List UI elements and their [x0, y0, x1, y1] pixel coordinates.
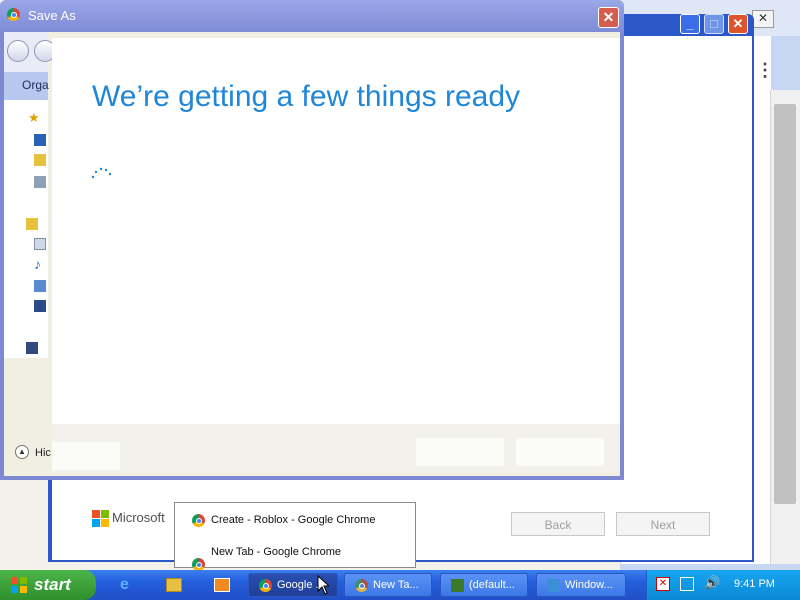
back-arrow-icon[interactable]	[7, 40, 29, 62]
chrome-icon	[259, 579, 272, 592]
computer-icon[interactable]	[26, 342, 38, 354]
maximize-icon[interactable]: □	[704, 14, 724, 34]
microsoft-logo-icon	[92, 510, 110, 528]
taskbar-button-new-tab[interactable]: New Ta...	[344, 573, 432, 597]
pictures-icon[interactable]	[34, 280, 46, 292]
footer-button-slot	[416, 438, 504, 466]
documents-icon[interactable]	[34, 238, 46, 250]
volume-icon[interactable]: 🔊	[704, 576, 720, 590]
internet-explorer-icon[interactable]: e	[120, 577, 136, 593]
mouse-cursor-icon	[317, 575, 329, 595]
popup-item-new-tab[interactable]: New Tab - Google Chrome	[211, 546, 341, 558]
save-as-title-bar[interactable]	[0, 0, 624, 32]
media-player-icon[interactable]	[214, 578, 230, 592]
windows-setup-icon	[547, 579, 560, 592]
organize-button[interactable]: Orga	[22, 78, 49, 92]
next-button[interactable]: Next	[616, 512, 710, 536]
popup-item-roblox[interactable]: Create - Roblox - Google Chrome	[211, 514, 375, 526]
security-flag-icon[interactable]: ✕	[656, 577, 670, 591]
navigation-pane: ★ ♪	[4, 100, 48, 358]
videos-icon[interactable]	[34, 300, 46, 312]
microsoft-brand-text: Microsoft	[112, 510, 165, 525]
clock[interactable]: 9:41 PM	[734, 578, 775, 590]
installer-footer	[52, 424, 620, 472]
favorites-star-icon[interactable]: ★	[28, 111, 40, 124]
chrome-icon	[192, 514, 205, 527]
chrome-scrollbar-thumb[interactable]	[774, 104, 796, 504]
start-label: start	[34, 575, 71, 594]
taskbar-button-label: Window...	[565, 579, 613, 591]
hide-folders-icon[interactable]: ▲	[15, 445, 29, 459]
taskbar-button-label: New Ta...	[373, 579, 419, 591]
taskbar-button-default[interactable]: (default...	[440, 573, 528, 597]
navigation-bar	[4, 32, 56, 72]
close-icon[interactable]: ✕	[728, 14, 748, 34]
chrome-canary-icon	[355, 579, 368, 592]
loading-spinner-icon	[91, 167, 112, 179]
save-as-title: Save As	[28, 8, 76, 23]
recent-places-icon[interactable]	[34, 176, 46, 188]
hide-folders-label[interactable]: Hic	[35, 447, 51, 459]
chrome-tab-close-icon[interactable]: ✕	[752, 10, 774, 28]
taskbar-group-popup: Create - Roblox - Google Chrome New Tab …	[174, 502, 416, 571]
libraries-icon[interactable]	[26, 218, 38, 230]
save-as-close-button[interactable]: ✕	[598, 7, 619, 28]
chrome-icon	[7, 8, 20, 21]
downloads-folder-icon[interactable]	[34, 154, 46, 166]
footer-button-slot	[516, 438, 604, 466]
windows-logo-icon	[11, 577, 27, 593]
network-icon[interactable]	[680, 577, 694, 591]
taskbar-button-windows[interactable]: Window...	[536, 573, 626, 597]
explorer-folder-icon[interactable]	[166, 578, 182, 592]
chrome-menu-icon[interactable]: ⋮	[756, 60, 774, 80]
minecraft-icon	[451, 579, 464, 592]
desktop-icon[interactable]	[34, 134, 46, 146]
back-button[interactable]: Back	[511, 512, 605, 536]
music-icon[interactable]: ♪	[34, 257, 46, 271]
minimize-icon[interactable]: _	[680, 14, 700, 34]
taskbar-button-label: (default...	[469, 579, 515, 591]
page-title: We’re getting a few things ready	[92, 80, 521, 113]
footer-placeholder	[52, 442, 120, 470]
